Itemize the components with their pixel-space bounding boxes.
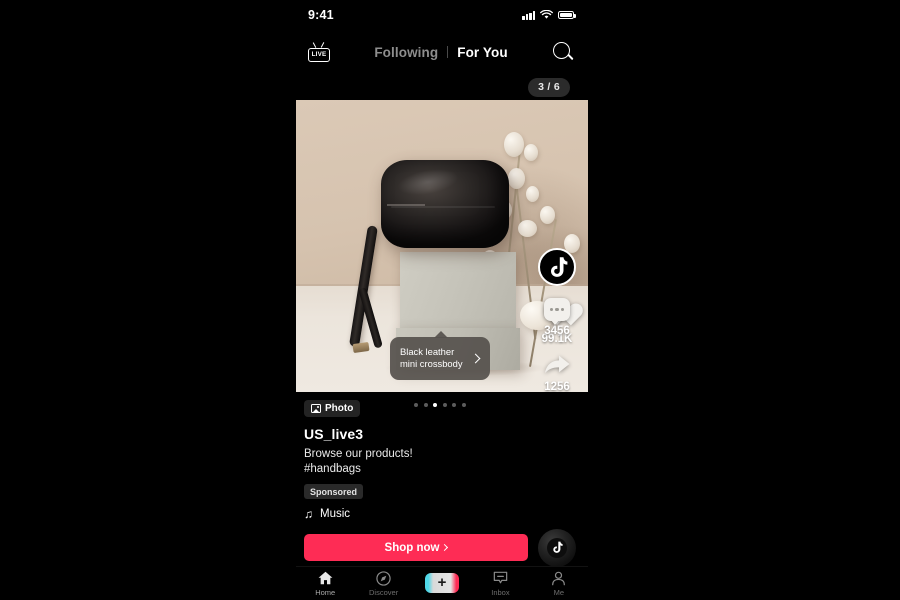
status-bar: 9:41 (296, 0, 588, 30)
music-disc-center (547, 537, 567, 558)
chevron-right-icon (441, 544, 449, 552)
status-time: 9:41 (308, 8, 334, 22)
create-plus-icon[interactable] (425, 572, 460, 593)
carousel-counter-badge: 3 / 6 (528, 77, 570, 97)
share-button[interactable]: 1256 (538, 353, 576, 393)
carousel-dot[interactable] (442, 403, 447, 407)
music-note-icon: ♫ (304, 506, 313, 521)
nav-label-discover: Discover (369, 588, 399, 597)
sponsored-badge: Sponsored (304, 484, 364, 500)
action-rail-lower: 3456 1256 (538, 292, 576, 393)
app-screen: 9:41 LIVE Following For You 3 / 6 Black … (0, 0, 900, 600)
lunaria-pod (518, 220, 537, 237)
status-icons (522, 10, 576, 20)
tab-following[interactable]: Following (374, 45, 438, 60)
carousel-dot[interactable] (414, 403, 418, 407)
shop-now-button[interactable]: Shop now (304, 534, 528, 562)
lunaria-pod (526, 186, 539, 202)
product-tag-tooltip[interactable]: Black leather mini crossbody (390, 330, 490, 380)
comment-count: 3456 (544, 325, 570, 337)
product-tag-line1: Black leather (400, 345, 455, 357)
live-icon[interactable]: LIVE (308, 42, 330, 62)
carousel-dot[interactable] (461, 403, 466, 407)
music-label: Music (320, 507, 351, 520)
nav-label-home: Home (315, 588, 336, 597)
caption-line-1: Browse our products! (304, 448, 413, 460)
signal-icon (522, 10, 535, 20)
nav-item-discover[interactable]: Discover (354, 570, 412, 597)
bag-highlight (395, 164, 461, 200)
inbox-icon (493, 571, 508, 584)
shop-now-label: Shop now (384, 541, 440, 554)
nav-label-me: Me (553, 588, 565, 597)
image-icon (311, 404, 321, 413)
username[interactable]: US_live3 (304, 426, 576, 442)
nav-item-me[interactable]: Me (530, 570, 588, 597)
carousel-dot-active[interactable] (433, 403, 437, 407)
nav-item-inbox[interactable]: Inbox (471, 570, 529, 597)
carousel-dot[interactable] (452, 403, 456, 407)
person-icon (552, 571, 566, 585)
share-arrow-icon (545, 355, 570, 373)
carousel-dot[interactable] (423, 403, 428, 407)
leather-handbag (381, 160, 509, 248)
search-icon[interactable] (552, 41, 574, 63)
post-caption: Browse our products! #handbags (304, 447, 576, 477)
pedestal-upper (400, 252, 516, 330)
product-tag-text: Black leather mini crossbody (400, 346, 468, 371)
nav-item-create[interactable] (413, 572, 471, 595)
post-info: Photo US_live3 Browse our products! #han… (296, 392, 588, 520)
music-row[interactable]: ♫ Music (304, 508, 576, 520)
phone-viewport: 9:41 LIVE Following For You 3 / 6 Black … (296, 0, 588, 600)
lunaria-pod (540, 206, 555, 224)
product-tag-line2: mini crossbody (400, 358, 463, 370)
bag-zipper (387, 204, 425, 206)
cta-row: Shop now (296, 528, 588, 567)
compass-icon (376, 570, 391, 586)
battery-icon (558, 10, 576, 20)
tab-divider (447, 46, 449, 58)
music-disc-button[interactable] (538, 528, 576, 567)
profile-avatar-button[interactable] (538, 248, 576, 286)
comment-bubble-icon (544, 298, 570, 325)
live-icon-label: LIVE (311, 50, 327, 58)
tiktok-logo-icon (550, 256, 567, 277)
lunaria-pod (508, 168, 525, 189)
avatar (538, 248, 576, 286)
lunaria-pod (524, 144, 538, 161)
nav-label-inbox: Inbox (491, 588, 510, 597)
post-type-badge: Photo (304, 400, 361, 417)
wifi-icon (540, 10, 553, 19)
tiktok-logo-icon (553, 542, 563, 554)
nav-item-home[interactable]: Home (296, 570, 354, 597)
comment-button[interactable]: 3456 (538, 298, 576, 337)
carousel-dots[interactable] (414, 403, 466, 407)
caption-hashtag[interactable]: #handbags (304, 462, 576, 477)
top-bar: LIVE Following For You (296, 30, 588, 74)
counter-badge-row: 3 / 6 (296, 74, 588, 100)
feed-tabs: Following For You (330, 45, 552, 60)
tab-for-you[interactable]: For You (457, 45, 507, 60)
lunaria-pod (504, 132, 524, 157)
chevron-right-icon (470, 353, 481, 364)
post-type-label: Photo (325, 403, 354, 414)
bottom-nav: Home Discover Inbox (296, 566, 588, 600)
home-icon (318, 571, 333, 585)
